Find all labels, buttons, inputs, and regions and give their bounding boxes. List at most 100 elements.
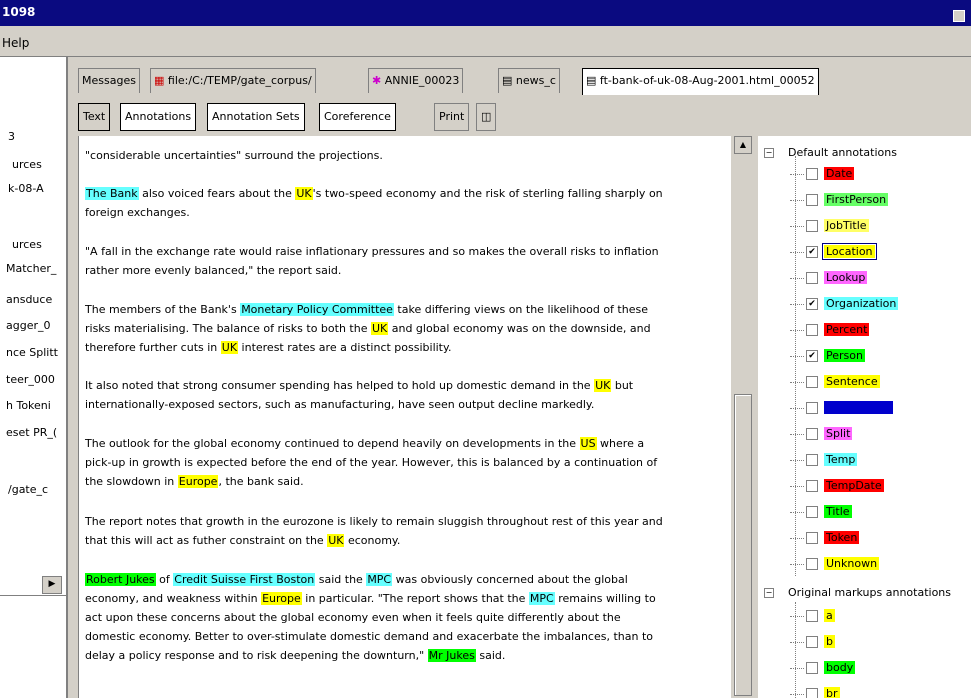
document-text[interactable]: "considerable uncertainties" surround th… <box>78 136 731 698</box>
tab-messages[interactable]: Messages <box>78 68 140 93</box>
location-annotation[interactable]: UK <box>370 322 389 335</box>
print-button[interactable]: Print <box>434 103 470 131</box>
annotation-type-date[interactable]: Date <box>790 164 855 184</box>
menu-help[interactable]: Help <box>2 36 29 50</box>
visibility-checkbox[interactable] <box>806 662 818 674</box>
location-annotation[interactable]: Europe <box>261 592 302 605</box>
visibility-checkbox[interactable] <box>806 376 818 388</box>
annotation-type-sentence[interactable]: Sentence <box>790 372 880 392</box>
annotation-type-firstperson[interactable]: FirstPerson <box>790 190 889 210</box>
visibility-checkbox[interactable] <box>806 194 818 206</box>
tree-connector <box>790 355 804 357</box>
paragraph: Robert Jukes of Credit Suisse First Bost… <box>85 570 725 665</box>
visibility-checkbox[interactable] <box>806 610 818 622</box>
tab-coreference[interactable]: Coreference <box>319 103 396 131</box>
tree-item[interactable]: urces <box>12 238 42 251</box>
annotation-type-label: Percent <box>824 323 870 336</box>
location-annotation[interactable]: UK <box>295 187 313 200</box>
annotation-types-tree[interactable]: − Default annotations Date FirstPerson JobT… <box>758 136 971 698</box>
tree-item[interactable]: eset PR_( <box>6 426 57 439</box>
tab-file[interactable]: ▦ file:/C:/TEMP/gate_corpus/ <box>150 68 316 93</box>
tree-item[interactable]: k-08-A <box>8 182 44 195</box>
location-annotation[interactable]: US <box>579 437 597 450</box>
visibility-checkbox[interactable] <box>806 220 818 232</box>
tab-ft-bank[interactable]: ▤ ft-bank-of-uk-08-Aug-2001.html_00052 <box>582 68 819 95</box>
tab-annotation-sets[interactable]: Annotation Sets <box>207 103 305 131</box>
visibility-checkbox[interactable] <box>806 636 818 648</box>
person-annotation[interactable]: Mr Jukes <box>427 649 476 662</box>
annotation-type-temp[interactable]: Temp <box>790 450 858 470</box>
tree-item[interactable]: ansduce <box>6 293 52 306</box>
visibility-checkbox[interactable]: ✔ <box>806 246 818 258</box>
scroll-thumb[interactable] <box>734 394 752 696</box>
resources-tree[interactable]: 3 urces k-08-A urces Matcher_ ansduce ag… <box>0 57 68 698</box>
organization-annotation[interactable]: Credit Suisse First Boston <box>173 573 316 586</box>
annotation-type-b[interactable]: b <box>790 632 835 652</box>
popup-icon[interactable]: ◫ <box>476 103 497 131</box>
organization-annotation[interactable]: The Bank <box>85 187 139 200</box>
collapse-icon[interactable]: − <box>764 148 774 158</box>
organization-annotation[interactable]: MPC <box>528 592 555 605</box>
location-annotation[interactable]: UK <box>327 534 345 547</box>
annotation-type-split[interactable]: Split <box>790 424 853 444</box>
scroll-up-icon[interactable]: ▲ <box>734 136 752 154</box>
location-annotation[interactable]: UK <box>220 341 239 354</box>
annotation-type-lookup[interactable]: Lookup <box>790 268 868 288</box>
default-annotations-group[interactable]: − Default annotations <box>764 146 897 159</box>
visibility-checkbox[interactable] <box>806 506 818 518</box>
annotation-type-a[interactable]: a <box>790 606 835 626</box>
maximize-button[interactable] <box>953 10 965 22</box>
scroll-right-icon[interactable]: ▶ <box>42 576 62 594</box>
annotation-type-organization[interactable]: ✔ Organization <box>790 294 899 314</box>
tab-annotations[interactable]: Annotations <box>120 103 197 131</box>
visibility-checkbox[interactable] <box>806 532 818 544</box>
visibility-checkbox[interactable] <box>806 402 818 414</box>
annotation-type-spacetoken[interactable]: SpaceToken <box>790 398 893 418</box>
tree-item[interactable]: /gate_c <box>8 483 48 496</box>
annotation-type-person[interactable]: ✔ Person <box>790 346 865 366</box>
annotation-type-label: br <box>824 687 840 698</box>
tree-item[interactable]: teer_000 <box>6 373 55 386</box>
annotation-type-label: Split <box>824 427 853 440</box>
visibility-checkbox[interactable]: ✔ <box>806 298 818 310</box>
annotation-type-unknown[interactable]: Unknown <box>790 554 880 574</box>
tree-item[interactable]: nce Splitt <box>6 346 58 359</box>
visibility-checkbox[interactable] <box>806 168 818 180</box>
visibility-checkbox[interactable] <box>806 454 818 466</box>
annotation-type-br[interactable]: br <box>790 684 840 698</box>
visibility-checkbox[interactable] <box>806 324 818 336</box>
annotation-type-token[interactable]: Token <box>790 528 860 548</box>
annotation-type-location[interactable]: ✔ Location <box>790 242 877 262</box>
tree-connector <box>790 407 804 409</box>
tab-text[interactable]: Text <box>78 103 111 131</box>
organization-annotation[interactable]: Monetary Policy Committee <box>240 303 394 316</box>
text-scrollbar[interactable]: ▲ <box>734 136 752 698</box>
visibility-checkbox[interactable] <box>806 272 818 284</box>
tab-news[interactable]: ▤ news_c <box>498 68 560 93</box>
annotation-type-title[interactable]: Title <box>790 502 852 522</box>
tree-item[interactable]: h Tokeni <box>6 399 51 412</box>
collapse-icon[interactable]: − <box>764 588 774 598</box>
visibility-checkbox[interactable] <box>806 688 818 698</box>
person-annotation[interactable]: Robert Jukes <box>85 573 156 586</box>
location-annotation[interactable]: Europe <box>177 475 219 488</box>
tree-item[interactable]: Matcher_ <box>6 262 56 275</box>
visibility-checkbox[interactable]: ✔ <box>806 350 818 362</box>
location-annotation[interactable]: UK <box>594 379 612 392</box>
annotation-type-tempdate[interactable]: TempDate <box>790 476 884 496</box>
annotation-type-label: Temp <box>824 453 858 466</box>
original-markups-group[interactable]: − Original markups annotations <box>764 586 951 599</box>
text-run: that this will act as futher constraint … <box>85 534 328 547</box>
visibility-checkbox[interactable] <box>806 428 818 440</box>
annie-icon: ✱ <box>372 74 382 87</box>
visibility-checkbox[interactable] <box>806 480 818 492</box>
annotation-type-jobtitle[interactable]: JobTitle <box>790 216 869 236</box>
visibility-checkbox[interactable] <box>806 558 818 570</box>
annotation-type-percent[interactable]: Percent <box>790 320 870 340</box>
tree-item[interactable]: urces <box>12 158 42 171</box>
tree-item[interactable]: 3 <box>8 130 15 143</box>
tree-item[interactable]: agger_0 <box>6 319 51 332</box>
tab-annie[interactable]: ✱ ANNIE_00023 <box>368 68 464 93</box>
organization-annotation[interactable]: MPC <box>366 573 393 586</box>
annotation-type-body[interactable]: body <box>790 658 856 678</box>
